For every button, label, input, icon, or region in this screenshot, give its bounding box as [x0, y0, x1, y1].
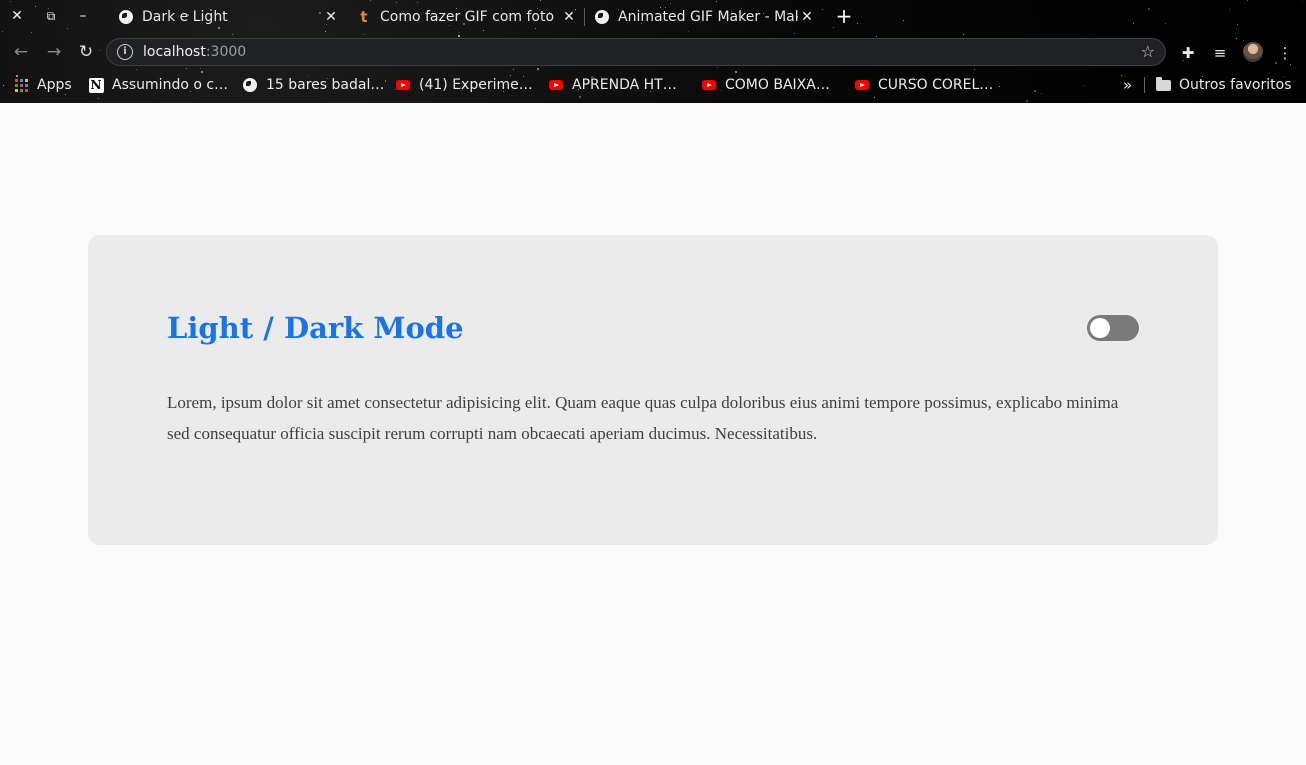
close-icon[interactable]: ✕	[560, 9, 578, 25]
bookmarks-separator	[1144, 77, 1145, 93]
bookmark-experime[interactable]: (41) Experime…	[395, 75, 533, 95]
tab-separator	[584, 8, 585, 26]
window-minimize-icon[interactable]: –	[73, 6, 93, 26]
extensions-puzzle-icon[interactable]: ✚	[1177, 42, 1199, 64]
media-queue-icon[interactable]: ≡	[1209, 42, 1231, 64]
tab-strip: ✕ ⧉ – Dark e Light ✕ t Como fazer GIF co…	[0, 0, 1306, 34]
site-info-icon[interactable]: i	[117, 44, 133, 60]
bookmark-15-bares[interactable]: 15 bares badal…	[242, 75, 384, 95]
folder-icon	[1155, 76, 1171, 93]
bookmark-apps[interactable]: Apps	[13, 75, 72, 95]
bookmark-curso-corel[interactable]: CURSO COREL…	[854, 75, 993, 95]
toggle-knob	[1090, 318, 1110, 338]
back-arrow-icon[interactable]: ←	[9, 40, 33, 64]
reload-icon[interactable]: ↻	[74, 40, 98, 64]
tab-animated-gif-maker[interactable]: Animated GIF Maker - Mak ✕	[594, 0, 816, 34]
browser-chrome: ✕ ⧉ – Dark e Light ✕ t Como fazer GIF co…	[0, 0, 1306, 103]
profile-avatar[interactable]	[1243, 42, 1263, 62]
close-icon[interactable]: ✕	[322, 9, 340, 25]
youtube-icon	[701, 77, 717, 93]
apps-grid-icon	[13, 77, 29, 93]
bookmark-aprenda[interactable]: APRENDA HT…	[548, 75, 677, 95]
tab-como-fazer-gif[interactable]: t Como fazer GIF com foto ✕	[356, 0, 578, 34]
youtube-icon	[854, 77, 870, 93]
globe-icon	[118, 9, 134, 25]
close-icon[interactable]: ✕	[798, 9, 816, 25]
address-bar[interactable]: i localhost:3000 ☆	[106, 38, 1166, 66]
bookmark-other-favorites[interactable]: Outros favoritos	[1155, 75, 1292, 95]
address-port: :3000	[205, 44, 247, 60]
notion-icon: N	[88, 77, 104, 93]
window-restore-icon[interactable]: ⧉	[41, 6, 61, 26]
bookmarks-bar: Apps N Assumindo o c… 15 bares badal… (4…	[0, 71, 1306, 99]
tab-dark-e-light[interactable]: Dark e Light ✕	[118, 0, 340, 34]
bookmark-star-icon[interactable]: ☆	[1141, 42, 1155, 61]
page-title: Light / Dark Mode	[167, 311, 464, 345]
new-tab-icon[interactable]: +	[834, 6, 854, 28]
youtube-icon	[395, 77, 411, 93]
globe-icon	[594, 9, 610, 25]
menu-kebab-icon[interactable]: ⋮	[1274, 42, 1296, 64]
bookmark-como-baixa[interactable]: COMO BAIXA…	[701, 75, 830, 95]
card-paragraph: Lorem, ipsum dolor sit amet consectetur …	[167, 393, 1119, 443]
forward-arrow-icon[interactable]: →	[42, 40, 66, 64]
window-close-icon[interactable]: ✕	[7, 6, 27, 26]
bookmarks-overflow-chevron-icon[interactable]: »	[1123, 75, 1132, 95]
star-dot	[1026, 100, 1028, 102]
navigation-bar: ← → ↻ i localhost:3000 ☆ ✚ ≡ ⋮	[0, 34, 1306, 70]
bookmark-assumindo[interactable]: N Assumindo o c…	[88, 75, 228, 95]
t-logo-icon: t	[360, 8, 368, 26]
globe-icon	[242, 77, 258, 93]
theme-toggle-switch[interactable]	[1087, 315, 1139, 341]
content-card: Light / Dark Mode Lorem, ipsum dolor sit…	[88, 235, 1218, 545]
address-host: localhost	[143, 44, 206, 60]
youtube-icon	[548, 77, 564, 93]
